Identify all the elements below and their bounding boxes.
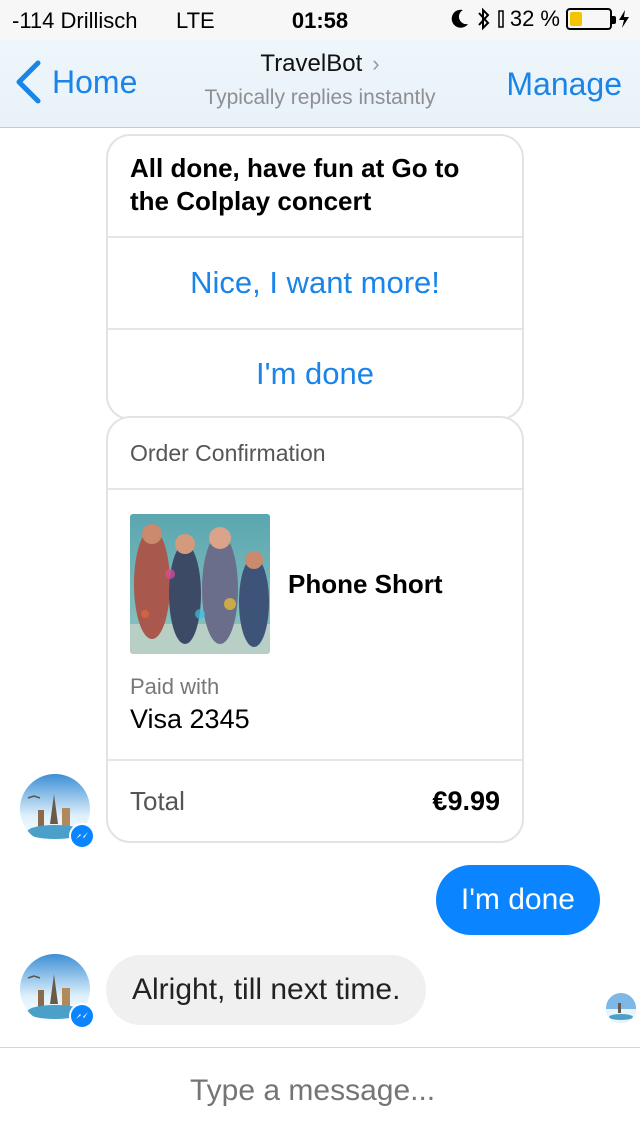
conversation-header[interactable]: TravelBot › Typically replies instantly [150,50,490,110]
moon-icon [451,9,468,28]
battery-icon [566,8,616,30]
messenger-icon [69,823,95,849]
back-button[interactable]: Home [14,60,137,104]
manage-button[interactable]: Manage [506,66,622,103]
battery-percent: 32 % [509,6,560,31]
status-right: 32 % [450,6,630,32]
concert-photo [130,514,270,654]
conversation-title: TravelBot [260,50,363,77]
read-receipt-avatar [606,993,636,1023]
quick-reply-done-button[interactable]: I'm done [108,328,522,418]
messenger-icon [69,1003,95,1029]
status-bar: -114 Drillisch LTE 01:58 32 % [0,0,640,40]
card-message-text: All done, have fun at Go to the Colplay … [108,136,522,238]
user-message-bubble[interactable]: I'm done [435,865,600,935]
nav-bar: Home TravelBot › Typically replies insta… [0,40,640,128]
bot-avatar[interactable] [20,774,95,849]
payment-method: Visa 2345 [130,704,250,734]
bluetooth-icon [478,7,490,31]
bot-button-card: All done, have fun at Go to the Colplay … [106,134,524,420]
message-thread[interactable]: All done, have fun at Go to the Colplay … [0,129,640,1047]
receipt-item: Phone Short [108,490,522,654]
bolt-icon [619,10,629,28]
message-input[interactable] [190,1074,610,1108]
chevron-right-icon: › [372,51,380,76]
signal-indicator-icon [498,10,504,28]
quick-reply-more-button[interactable]: Nice, I want more! [108,238,522,328]
receipt-card: Order Confirmation Phone Short Paid with… [106,416,524,843]
total-value: €9.99 [432,785,500,816]
bot-avatar[interactable] [20,954,95,1029]
bot-message-bubble[interactable]: Alright, till next time. [106,955,427,1025]
chevron-left-icon [16,60,41,104]
paid-with-label: Paid with [130,674,220,699]
battery-fill [570,12,582,26]
receipt-header: Order Confirmation [108,418,522,490]
total-row: Total €9.99 [108,759,522,841]
back-label: Home [52,63,138,100]
total-label: Total [130,785,185,816]
conversation-subtitle: Typically replies instantly [204,86,436,109]
receipt-item-name: Phone Short [288,568,443,599]
composer [0,1047,640,1136]
